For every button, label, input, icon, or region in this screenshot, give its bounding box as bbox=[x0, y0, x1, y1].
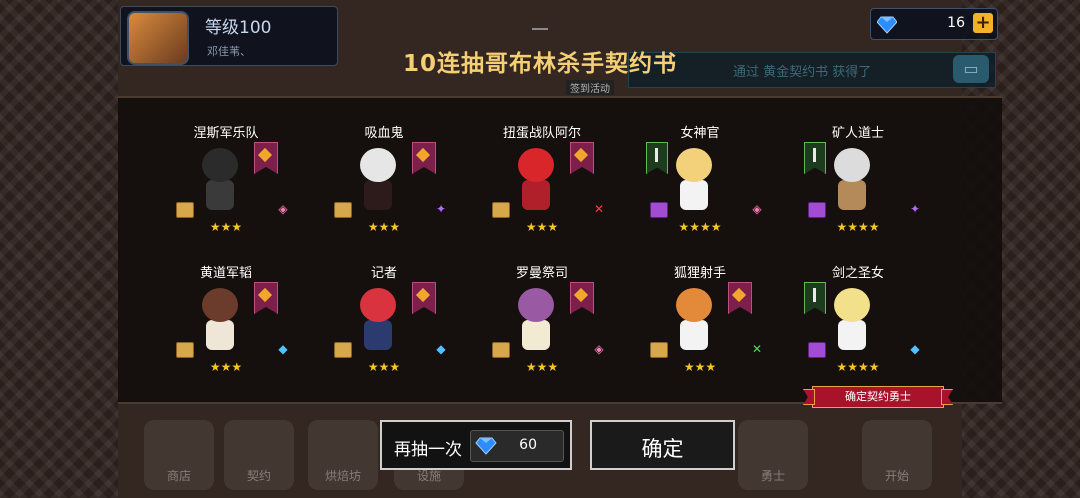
contract-scroll-icon bbox=[808, 342, 826, 358]
hero-name: 矿人道士 bbox=[831, 126, 884, 141]
hero-portrait bbox=[350, 284, 406, 354]
draw-results-panel: 涅斯军乐队 ◈ ★★★ 吸血鬼 ✦ ★★★ 扭蛋战队阿尔 ✕ ★★★ 女神官 ◈ ★★★★ 矿人道士 ✦ ★… bbox=[118, 96, 1002, 404]
hero-card[interactable]: 矿人道士 ✦ ★★★★ bbox=[788, 122, 928, 254]
draw-cost-value: 60 bbox=[519, 437, 537, 453]
hero-stars: ★★★ bbox=[209, 220, 243, 234]
hero-card[interactable]: 黄道军韬 ◆ ★★★ bbox=[156, 262, 296, 394]
element-icon: ◆ bbox=[436, 342, 446, 356]
hero-stars: ★★★★ bbox=[836, 220, 880, 234]
contract-scroll-icon bbox=[334, 342, 352, 358]
hero-portrait bbox=[824, 144, 880, 214]
bg-tab-bakery: 烘焙坊 bbox=[308, 420, 378, 490]
element-icon: ◆ bbox=[910, 342, 920, 356]
hero-stars: ★★★ bbox=[525, 360, 559, 374]
class-banner-icon bbox=[254, 142, 278, 174]
contract-scroll-icon bbox=[492, 342, 510, 358]
bg-tab-hero: 勇士 bbox=[738, 420, 808, 490]
hero-card[interactable]: 剑之圣女 ◆ ★★★★ bbox=[788, 262, 928, 394]
hero-portrait bbox=[824, 284, 880, 354]
element-icon: ✦ bbox=[435, 202, 447, 216]
hero-card[interactable]: 涅斯军乐队 ◈ ★★★ bbox=[156, 122, 296, 254]
class-banner-icon bbox=[570, 142, 594, 174]
hero-portrait bbox=[508, 284, 564, 354]
hero-stars: ★★★ bbox=[525, 220, 559, 234]
hero-name: 黄道军韬 bbox=[199, 266, 252, 281]
confirm-button[interactable]: 确定 bbox=[590, 420, 735, 470]
contract-scroll-icon bbox=[334, 202, 352, 218]
hero-stars: ★★★ bbox=[367, 220, 401, 234]
element-icon: ✕ bbox=[593, 202, 605, 216]
hero-card[interactable]: 记者 ◆ ★★★ bbox=[314, 262, 454, 394]
element-icon: ◈ bbox=[594, 342, 604, 356]
add-gems-button[interactable]: + bbox=[973, 13, 993, 33]
bg-tab-shop: 商店 bbox=[144, 420, 214, 490]
contract-scroll-icon bbox=[650, 342, 668, 358]
hero-stars: ★★★ bbox=[683, 360, 717, 374]
contract-scroll-icon bbox=[808, 202, 826, 218]
hero-card[interactable]: 扭蛋战队阿尔 ✕ ★★★ bbox=[472, 122, 612, 254]
hero-name: 女神官 bbox=[680, 126, 720, 141]
page-title: 10连抽哥布林杀手契约书 bbox=[402, 51, 677, 77]
hero-portrait bbox=[192, 284, 248, 354]
hero-portrait bbox=[508, 144, 564, 214]
confirm-label: 确定 bbox=[641, 437, 684, 461]
hero-name: 扭蛋战队阿尔 bbox=[502, 126, 581, 141]
hero-name: 剑之圣女 bbox=[831, 266, 884, 281]
contract-scroll-icon bbox=[176, 202, 194, 218]
hero-portrait bbox=[666, 284, 722, 354]
draw-cost: 60 bbox=[470, 430, 564, 462]
hero-stars: ★★★★ bbox=[836, 360, 880, 374]
hero-name: 罗曼祭司 bbox=[515, 266, 568, 281]
contract-scroll-icon bbox=[492, 202, 510, 218]
gem-counter: 16 + bbox=[870, 8, 998, 40]
signup-event-tag: 签到活动 bbox=[566, 80, 614, 95]
hero-name: 狐狸射手 bbox=[673, 266, 726, 281]
hero-portrait bbox=[350, 144, 406, 214]
element-icon: ◈ bbox=[278, 202, 288, 216]
hero-card[interactable]: 吸血鬼 ✦ ★★★ bbox=[314, 122, 454, 254]
element-icon: ✦ bbox=[909, 202, 921, 216]
hero-name: 记者 bbox=[370, 266, 397, 281]
sword-shield-icon bbox=[804, 282, 826, 314]
gem-icon bbox=[475, 437, 497, 455]
gem-count: 16 bbox=[947, 15, 965, 31]
bg-tab-contract: 契约 bbox=[224, 420, 294, 490]
class-banner-icon bbox=[728, 282, 752, 314]
class-banner-icon bbox=[254, 282, 278, 314]
sword-shield-icon bbox=[646, 142, 668, 174]
bg-tab-start: 开始 bbox=[862, 420, 932, 490]
draw-again-label: 再抽一次 bbox=[394, 440, 462, 460]
class-banner-icon bbox=[412, 282, 436, 314]
hero-portrait bbox=[666, 144, 722, 214]
element-icon: ✕ bbox=[751, 342, 763, 356]
sword-shield-icon bbox=[804, 142, 826, 174]
hero-name: 涅斯军乐队 bbox=[193, 126, 259, 141]
contract-scroll-icon bbox=[650, 202, 668, 218]
class-banner-icon bbox=[570, 282, 594, 314]
hero-stars: ★★★ bbox=[209, 360, 243, 374]
hero-portrait bbox=[192, 144, 248, 214]
hero-name: 吸血鬼 bbox=[364, 126, 404, 141]
class-banner-icon bbox=[412, 142, 436, 174]
player-level: 等级100 bbox=[205, 18, 272, 38]
hero-stars: ★★★★ bbox=[678, 220, 722, 234]
hero-card[interactable]: 狐狸射手 ✕ ★★★ bbox=[630, 262, 770, 394]
confirmed-hero-ribbon: 确定契约勇士 bbox=[812, 386, 944, 408]
element-icon: ◈ bbox=[752, 202, 762, 216]
title-ornament bbox=[532, 28, 548, 38]
gem-icon bbox=[877, 16, 897, 34]
element-icon: ◆ bbox=[278, 342, 288, 356]
contract-scroll-icon bbox=[176, 342, 194, 358]
draw-again-button[interactable]: 再抽一次 60 bbox=[380, 420, 572, 470]
hero-card[interactable]: 罗曼祭司 ◈ ★★★ bbox=[472, 262, 612, 394]
hero-stars: ★★★ bbox=[367, 360, 401, 374]
hero-card[interactable]: 女神官 ◈ ★★★★ bbox=[630, 122, 770, 254]
